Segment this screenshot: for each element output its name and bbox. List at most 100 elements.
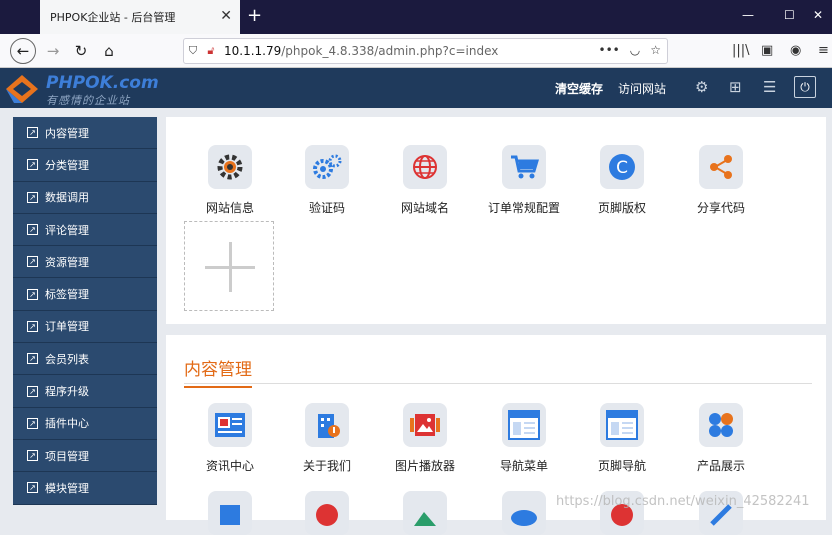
link-icon: ↗ <box>27 159 38 171</box>
tile-label: 产品展示 <box>696 459 745 473</box>
library-icon[interactable]: |||\ <box>732 43 750 58</box>
account-icon[interactable]: ◉ <box>790 43 801 58</box>
reload-icon[interactable]: ↻ <box>70 40 92 62</box>
clear-cache-link[interactable]: 清空缓存 <box>555 80 603 97</box>
logo-mark-icon <box>6 75 38 103</box>
forward-icon[interactable]: → <box>42 40 64 62</box>
link-icon: ↗ <box>27 320 38 332</box>
sidebar-item-label: 程序升级 <box>45 385 89 399</box>
close-icon[interactable]: ✕ <box>220 8 232 24</box>
tile-nav-menu[interactable]: 导航菜单 <box>479 403 569 474</box>
tile-order-config[interactable]: 订单常规配置 <box>479 145 569 216</box>
minimize-icon[interactable]: — <box>742 8 754 22</box>
sidebar-item-label: 评论管理 <box>45 223 89 237</box>
tile-share-code[interactable]: 分享代码 <box>676 145 766 216</box>
copyright-icon: C <box>600 145 644 189</box>
sidebar-item-label: 标签管理 <box>45 288 89 302</box>
sidebar-item-orders[interactable]: ↗ 订单管理 <box>13 311 157 344</box>
maximize-icon[interactable]: ☐ <box>784 8 795 22</box>
section-divider <box>184 383 812 384</box>
sidebar-item-plugins[interactable]: ↗ 插件中心 <box>13 408 157 440</box>
tile-products[interactable]: 产品展示 <box>676 403 766 474</box>
news-icon <box>208 403 252 447</box>
picture-icon <box>403 491 447 535</box>
list-icon[interactable]: ☰ <box>763 78 776 96</box>
pocket-icon[interactable]: ◡ <box>630 43 640 57</box>
page-actions-icon[interactable]: ••• <box>599 43 620 57</box>
link-icon: ↗ <box>27 256 38 268</box>
logo[interactable]: PHPOK.com 有感情的企业站 <box>4 72 174 107</box>
sidebar-item-modules[interactable]: ↗ 模块管理 <box>13 472 157 505</box>
tile-label: 分享代码 <box>696 201 745 215</box>
content-panel: 内容管理 资讯中心 关于我们 图片播放器 导航菜单 页脚导航 产品展示 <box>166 335 826 535</box>
url-host: 10.1.1.79 <box>224 44 282 58</box>
tile-partial[interactable] <box>282 491 372 535</box>
window-close-icon[interactable]: ✕ <box>813 8 823 22</box>
add-shortcut-button[interactable] <box>184 221 274 311</box>
svg-text:C: C <box>616 158 628 178</box>
tile-site-info[interactable]: 网站信息 <box>185 145 275 216</box>
sidebar-item-resources[interactable]: ↗ 资源管理 <box>13 246 157 279</box>
link-icon: ↗ <box>27 191 38 203</box>
watermark: https://blog.csdn.net/weixin_42582241 <box>556 494 810 509</box>
sidebar-item-content[interactable]: ↗ 内容管理 <box>13 117 157 150</box>
sidebar-item-upgrade[interactable]: ↗ 程序升级 <box>13 375 157 408</box>
back-icon[interactable]: ← <box>10 38 36 64</box>
tile-news[interactable]: 资讯中心 <box>185 403 275 474</box>
settings-gear-icon[interactable]: ⚙ <box>695 78 708 96</box>
tile-partial[interactable] <box>380 491 470 535</box>
url-path: /phpok_4.8.338/admin.php?c=index <box>281 44 499 58</box>
browser-icon <box>502 403 546 447</box>
tile-label: 网站信息 <box>205 201 254 215</box>
sidebar-item-label: 插件中心 <box>45 417 89 431</box>
tile-about-us[interactable]: 关于我们 <box>282 403 372 474</box>
logout-power-icon[interactable]: ⏻ <box>794 76 816 98</box>
sidebar-item-label: 订单管理 <box>45 320 89 334</box>
sidebar-item-projects[interactable]: ↗ 项目管理 <box>13 440 157 473</box>
link-icon: ↗ <box>27 353 38 365</box>
tile-label: 验证码 <box>308 201 345 215</box>
tile-label: 订单常规配置 <box>487 201 560 215</box>
link-icon: ↗ <box>27 127 38 139</box>
tile-domain[interactable]: 网站域名 <box>380 145 470 216</box>
tile-footer-nav[interactable]: 页脚导航 <box>577 403 667 474</box>
browser-tab-bar: PHPOK企业站 - 后台管理 ✕ + — ☐ ✕ <box>0 0 832 34</box>
image-icon <box>403 403 447 447</box>
logo-name: PHPOK.com <box>46 73 159 93</box>
tile-label: 页脚导航 <box>597 459 646 473</box>
tile-captcha[interactable]: 验证码 <box>282 145 372 216</box>
cloud-icon <box>502 491 546 535</box>
sidebar-toggle-icon[interactable]: ▣ <box>761 43 773 58</box>
app-header: PHPOK.com 有感情的企业站 清空缓存 访问网站 ⚙ ⊞ ☰ <box>0 68 832 108</box>
tile-label: 资讯中心 <box>205 459 254 473</box>
sidebar-item-comments[interactable]: ↗ 评论管理 <box>13 214 157 247</box>
home-icon[interactable]: ⌂ <box>98 40 120 62</box>
sidebar-item-label: 模块管理 <box>45 481 89 495</box>
chat-icon <box>305 491 349 535</box>
tile-footer-copyright[interactable]: C 页脚版权 <box>577 145 667 216</box>
visit-site-link[interactable]: 访问网站 <box>618 80 666 97</box>
sidebar-item-category[interactable]: ↗ 分类管理 <box>13 149 157 182</box>
link-icon: ↗ <box>27 450 38 462</box>
tile-image-player[interactable]: 图片播放器 <box>380 403 470 474</box>
sidebar-item-tags[interactable]: ↗ 标签管理 <box>13 278 157 311</box>
browser-tab[interactable]: PHPOK企业站 - 后台管理 ✕ <box>40 0 240 34</box>
link-icon: ↗ <box>27 224 38 236</box>
tile-label: 页脚版权 <box>597 201 646 215</box>
sidebar-item-label: 资源管理 <box>45 255 89 269</box>
sidebar-item-members[interactable]: ↗ 会员列表 <box>13 343 157 376</box>
browser-icon <box>600 403 644 447</box>
bookmark-star-icon[interactable]: ☆ <box>650 43 661 57</box>
tile-label: 关于我们 <box>302 459 351 473</box>
sidebar-item-data-call[interactable]: ↗ 数据调用 <box>13 182 157 214</box>
tile-partial[interactable] <box>185 491 275 535</box>
url-bar[interactable]: ⛉ 🔓︎ 10.1.1.79 /phpok_4.8.338/admin.php?… <box>183 38 668 64</box>
tile-label: 网站域名 <box>400 201 449 215</box>
menu-icon[interactable]: ≡ <box>818 43 829 58</box>
new-tab-icon[interactable]: + <box>247 5 262 26</box>
sidebar: ↗ 内容管理 ↗ 分类管理 ↗ 数据调用 ↗ 评论管理 ↗ 资源管理 ↗ 标签管理 ↗ 订单管… <box>13 117 157 505</box>
cart-icon <box>502 145 546 189</box>
windows-icon[interactable]: ⊞ <box>729 78 742 96</box>
tile-label: 导航菜单 <box>499 459 548 473</box>
link-icon: ↗ <box>27 288 38 300</box>
